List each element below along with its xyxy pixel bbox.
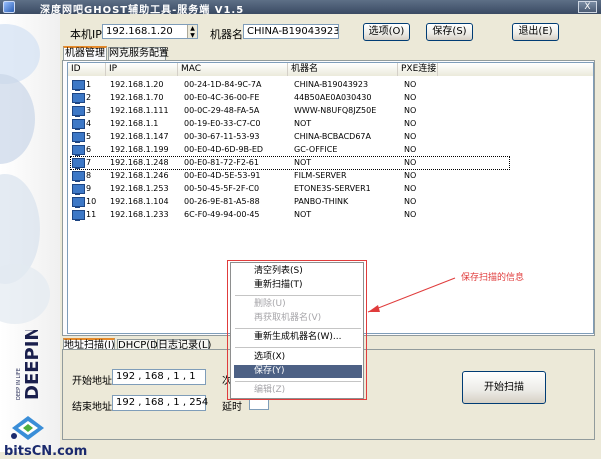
annotation-text: 保存扫描的信息 xyxy=(461,273,525,283)
annotation-arrow-icon xyxy=(367,277,456,313)
